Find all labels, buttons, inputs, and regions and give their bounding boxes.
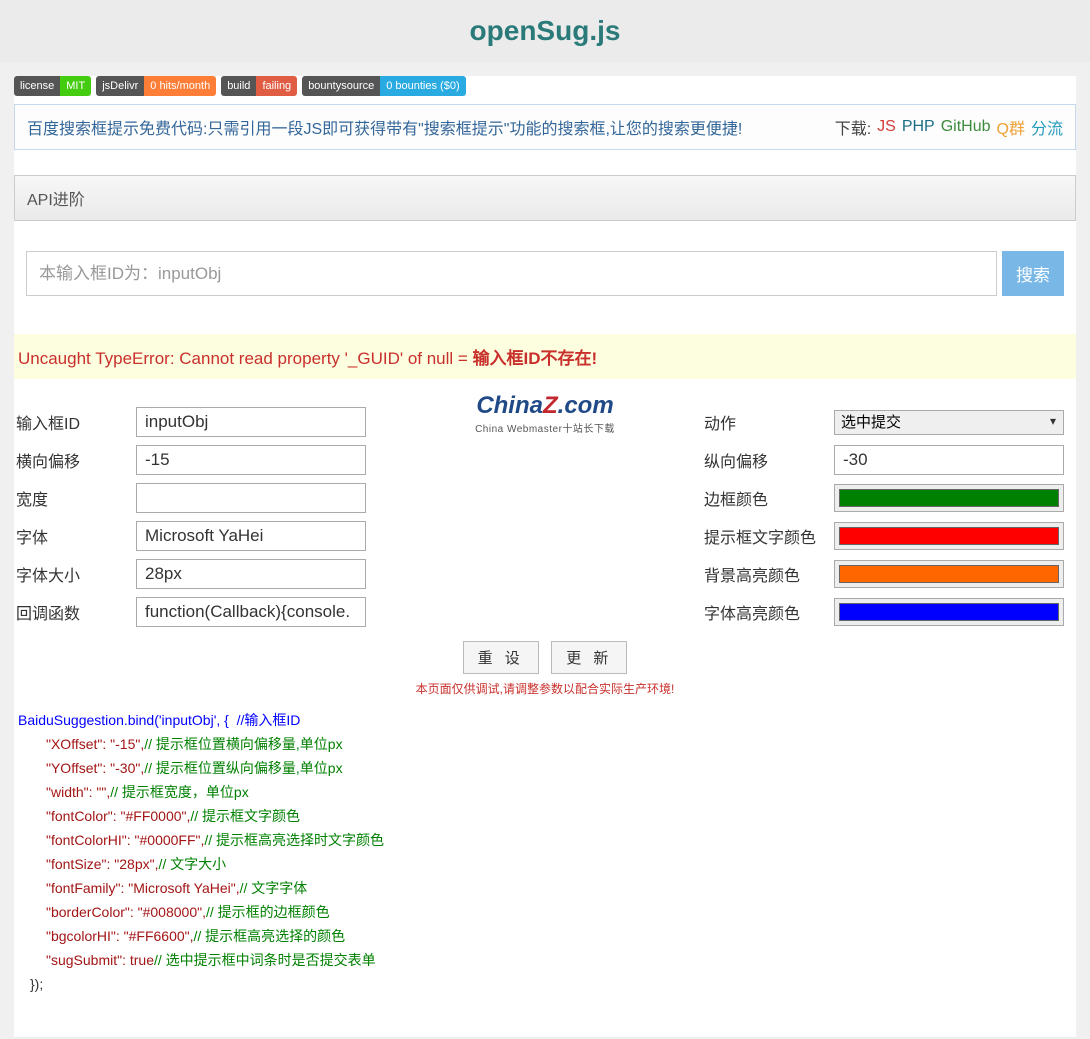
api-section-header: API进阶 bbox=[14, 175, 1076, 221]
label-font-hi-color: 字体高亮颜色 bbox=[704, 600, 834, 624]
link-js[interactable]: JS bbox=[877, 118, 896, 136]
font-color-swatch bbox=[839, 527, 1059, 545]
badge-jsdelivr: jsDelivr 0 hits/month bbox=[96, 76, 216, 96]
debug-note: 本页面仅供调试,请调整参数以配合实际生产环境! bbox=[14, 680, 1076, 697]
label-font-size: 字体大小 bbox=[16, 562, 136, 586]
badge-build: build failing bbox=[221, 76, 297, 96]
font-hi-color-swatch bbox=[839, 603, 1059, 621]
error-message: Uncaught TypeError: Cannot read property… bbox=[14, 334, 1076, 379]
search-row: 搜索 bbox=[26, 251, 1064, 296]
bg-hi-color-swatch bbox=[839, 565, 1059, 583]
label-yoffset: 纵向偏移 bbox=[704, 448, 834, 472]
label-xoffset: 横向偏移 bbox=[16, 448, 136, 472]
callback-field[interactable] bbox=[136, 597, 366, 627]
border-color-swatch bbox=[839, 489, 1059, 507]
download-label: 下载: bbox=[835, 115, 871, 139]
font-color-field[interactable] bbox=[834, 522, 1064, 550]
link-github[interactable]: GitHub bbox=[941, 118, 991, 136]
font-hi-color-field[interactable] bbox=[834, 598, 1064, 626]
update-button[interactable]: 更 新 bbox=[551, 641, 627, 674]
link-qq[interactable]: Q群 bbox=[997, 115, 1025, 139]
tagline-text: 百度搜索框提示免费代码:只需引用一段JS即可获得带有"搜索框提示"功能的搜索框,… bbox=[27, 115, 742, 139]
badge-license: license MIT bbox=[14, 76, 91, 96]
label-bg-hi-color: 背景高亮颜色 bbox=[704, 562, 834, 586]
download-links: 下载: JS PHP GitHub Q群 分流 bbox=[835, 115, 1063, 139]
font-field[interactable] bbox=[136, 521, 366, 551]
label-action: 动作 bbox=[704, 410, 834, 434]
reset-button[interactable]: 重 设 bbox=[463, 641, 539, 674]
badges-row: license MIT jsDelivr 0 hits/month build … bbox=[14, 76, 1076, 104]
tagline-bar: 百度搜索框提示免费代码:只需引用一段JS即可获得带有"搜索框提示"功能的搜索框,… bbox=[14, 104, 1076, 150]
label-font: 字体 bbox=[16, 524, 136, 548]
yoffset-field[interactable] bbox=[834, 445, 1064, 475]
width-field[interactable] bbox=[136, 483, 366, 513]
link-shunt[interactable]: 分流 bbox=[1031, 115, 1063, 139]
watermark-stamp: ChinaZ.com China Webmaster十站长下载 bbox=[445, 392, 645, 435]
border-color-field[interactable] bbox=[834, 484, 1064, 512]
label-font-color: 提示框文字颜色 bbox=[704, 524, 834, 548]
xoffset-field[interactable] bbox=[136, 445, 366, 475]
action-select[interactable]: 选中提交 bbox=[834, 410, 1064, 435]
search-input[interactable] bbox=[26, 251, 997, 296]
search-button[interactable]: 搜索 bbox=[1002, 251, 1064, 296]
input-id-field[interactable] bbox=[136, 407, 366, 437]
action-buttons: 重 设 更 新 bbox=[14, 641, 1076, 674]
label-callback: 回调函数 bbox=[16, 600, 136, 624]
config-form: ChinaZ.com China Webmaster十站长下载 输入框ID 动作… bbox=[14, 407, 1076, 627]
link-php[interactable]: PHP bbox=[902, 118, 935, 136]
label-input-id: 输入框ID bbox=[16, 410, 136, 434]
bg-hi-color-field[interactable] bbox=[834, 560, 1064, 588]
font-size-field[interactable] bbox=[136, 559, 366, 589]
content-container: license MIT jsDelivr 0 hits/month build … bbox=[14, 76, 1076, 1037]
page-header: openSug.js bbox=[0, 0, 1090, 62]
badge-bounty: bountysource 0 bounties ($0) bbox=[302, 76, 465, 96]
generated-code: BaiduSuggestion.bind('inputObj', { //输入框… bbox=[14, 709, 1076, 1037]
label-border-color: 边框颜色 bbox=[704, 486, 834, 510]
label-width: 宽度 bbox=[16, 486, 136, 510]
page-title: openSug.js bbox=[0, 15, 1090, 47]
